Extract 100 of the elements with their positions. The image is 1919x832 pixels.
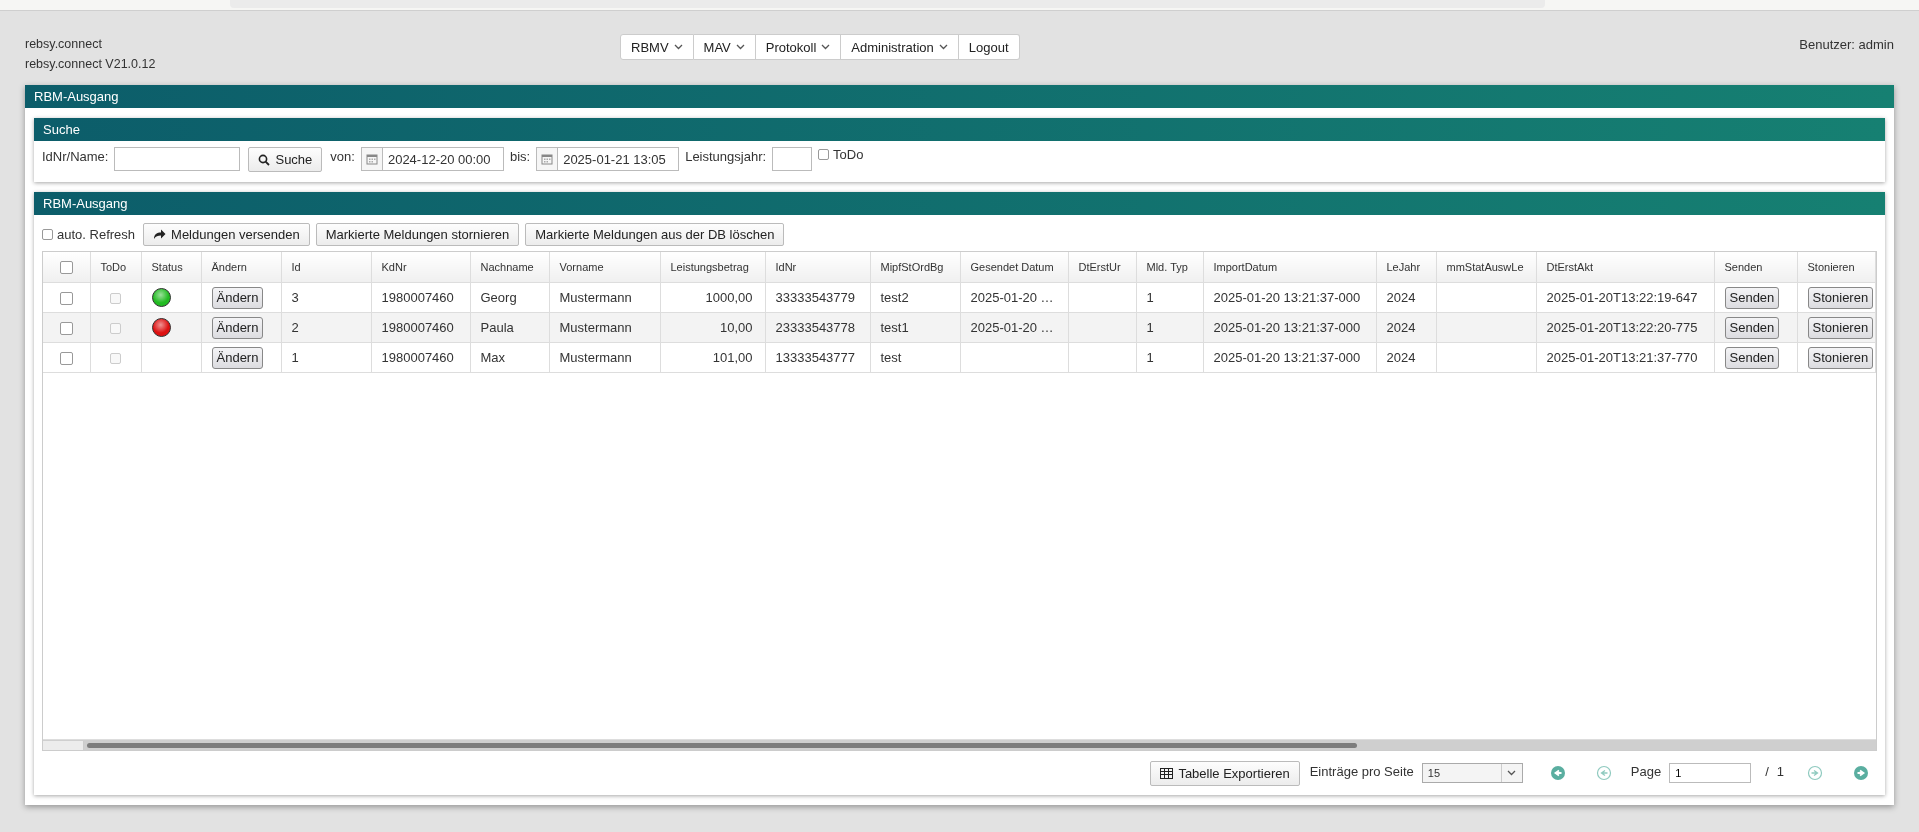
select-all-checkbox[interactable] [59,260,73,274]
table-cell: 2025-01-20 … [970,290,1054,305]
panel-title: Suche [34,118,1885,141]
table-cell: 1000,00 [705,290,753,305]
edit-button[interactable]: Ändern [211,316,264,339]
edit-button[interactable]: Ändern [211,286,264,309]
table-cell: 101,00 [712,350,753,365]
field-label: bis: [509,149,531,164]
table-cell: Paula [480,320,514,335]
table-cell: 2024 [1386,320,1416,335]
table-cell: 2025-01-20 13:21:37-000 [1213,290,1361,305]
send-button[interactable]: Senden [1724,346,1780,369]
page-field[interactable]: 1 [1669,763,1752,783]
user-label: Benutzer: admin [1799,37,1894,52]
column-header[interactable]: Vorname [559,261,604,273]
table-cell: test2 [880,290,909,305]
menu-button[interactable]: RBMV [620,34,694,60]
action-button[interactable]: Markierte Meldungen aus der DB löschen [525,223,785,246]
calendar-button[interactable] [360,147,383,171]
field-label: Leistungsjahr: [685,149,767,164]
caret-icon [735,44,745,50]
table-cell: 2025-01-20T13:22:19-647 [1546,290,1698,305]
last-page-icon[interactable] [1853,765,1869,781]
column-header[interactable]: Ändern [211,261,247,273]
row-checkbox[interactable] [59,352,73,366]
table-cell: 1980007460 [381,350,454,365]
table-cell: 1 [1146,290,1154,305]
table-cell: 2025-01-20T13:22:20-775 [1546,320,1698,335]
table-cell: 2 [291,320,299,335]
table-cell: 2025-01-20 … [970,320,1054,335]
column-header[interactable]: KdNr [381,261,407,273]
table-icon [1160,767,1174,779]
cancel-button[interactable]: Stonieren [1807,346,1874,369]
action-button[interactable]: Markierte Meldungen stornieren [315,223,520,246]
app-version: rebsy.connect V21.0.12 [25,56,157,73]
table-cell: 3 [291,290,299,305]
caret-icon [821,44,831,50]
field-label: Einträge pro Seite [1309,763,1414,779]
edit-button[interactable]: Ändern [211,346,264,369]
date-field[interactable]: 2025-01-21 13:05 [558,147,680,171]
share-arrow-icon [153,229,167,240]
panel-title: RBM-Ausgang [34,192,1885,215]
table-cell: 2024 [1386,290,1416,305]
table-cell: test1 [880,320,909,335]
column-header[interactable]: ImportDatum [1213,261,1278,273]
column-header[interactable]: IdNr [775,261,797,273]
checkbox[interactable] [818,149,830,160]
table-cell: 1980007460 [381,320,454,335]
page-separator: / [1765,763,1769,779]
previous-page-icon[interactable] [1595,765,1612,781]
export-button[interactable]: Tabelle Exportieren [1150,760,1300,786]
search-field[interactable] [114,147,241,171]
horizontal-scrollbar[interactable] [43,739,1876,750]
search-icon [258,153,271,166]
field-label: Page [1630,763,1662,779]
menu-button[interactable]: MAV [693,34,756,60]
row-checkbox[interactable] [59,292,73,306]
table-cell: 1980007460 [381,290,454,305]
send-button[interactable]: Senden [1724,316,1780,339]
page-total: 1 [1776,763,1784,779]
cancel-button[interactable]: Stonieren [1807,286,1874,309]
menu-button[interactable]: Protokoll [755,34,842,60]
page-size-select[interactable]: 15 [1421,763,1523,783]
table-cell: 1 [1146,350,1154,365]
calendar-icon [541,153,554,165]
field-label: von: [330,149,355,164]
table-cell: 1 [291,350,299,365]
calendar-icon [365,153,378,165]
checkbox[interactable] [42,229,53,240]
send-button[interactable]: Senden [1724,286,1780,309]
table-cell: 2024 [1386,350,1416,365]
checkbox-label: ToDo [833,147,864,162]
logout-button[interactable]: Logout [958,34,1020,60]
table-cell: Mustermann [559,290,632,305]
table-cell: 2025-01-20 13:21:37-000 [1213,320,1361,335]
menu-button[interactable]: Administration [841,34,959,60]
panel-title: RBM-Ausgang [25,85,1894,108]
caret-icon [938,44,948,50]
cancel-button[interactable]: Stonieren [1807,316,1874,339]
column-header[interactable]: Id [291,261,301,273]
search-button[interactable]: Suche [248,147,323,172]
row-checkbox[interactable] [59,322,73,336]
year-field[interactable] [772,147,813,171]
first-page-icon[interactable] [1549,765,1566,781]
action-button[interactable]: Meldungen versenden [143,223,310,246]
calendar-button[interactable] [536,147,559,171]
table-cell: 33333543779 [775,290,856,305]
column-header[interactable]: Senden [1724,261,1763,273]
table-cell: 23333543778 [775,320,856,335]
checkbox-label: auto. Refresh [57,227,136,242]
table-cell: 13333543777 [775,350,856,365]
column-header[interactable]: DtErstAkt [1546,261,1593,273]
table-cell: Georg [480,290,517,305]
table-cell: 1 [1146,320,1154,335]
date-field[interactable]: 2024-12-20 00:00 [382,147,504,171]
field-label: IdNr/Name: [42,149,109,164]
table-cell: 10,00 [719,320,753,335]
table-cell: Max [480,350,506,365]
app-name: rebsy.connect [25,36,103,53]
next-page-icon[interactable] [1807,765,1823,781]
